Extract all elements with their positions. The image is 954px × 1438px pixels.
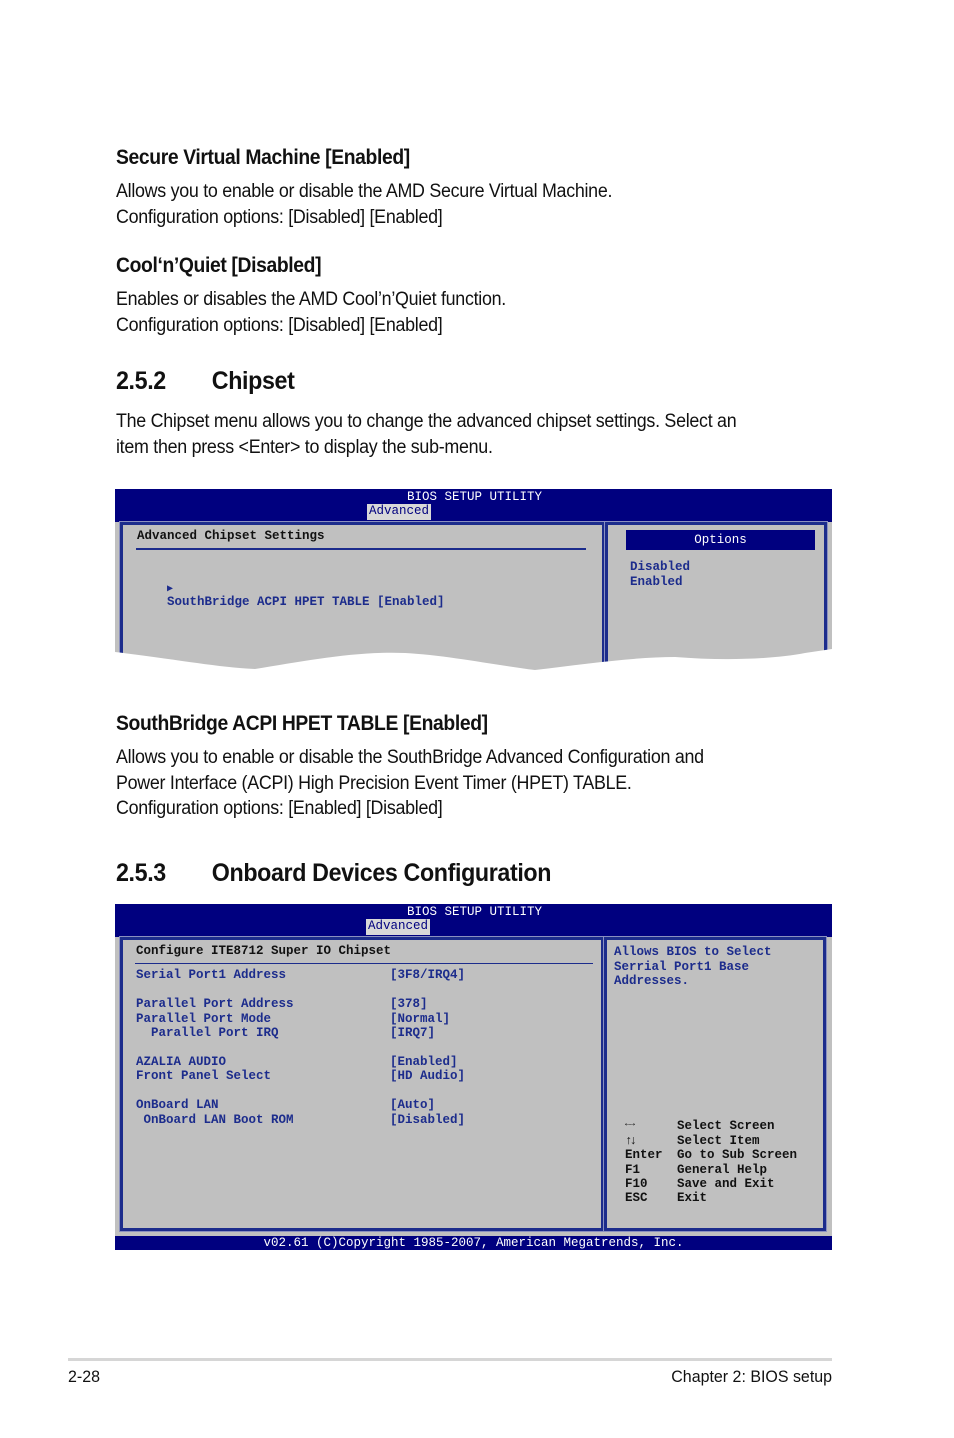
torn-edge: [115, 649, 832, 679]
option-disabled[interactable]: Disabled: [630, 560, 690, 574]
setting-lan-boot-rom[interactable]: OnBoard LAN Boot ROM: [136, 1113, 294, 1127]
menu-item-label: SouthBridge ACPI HPET TABLE [Enabled]: [167, 595, 445, 609]
section-title: Onboard Devices Configuration: [211, 859, 552, 887]
panel-title: Configure ITE8712 Super IO Chipset: [136, 944, 392, 958]
chapter-title: Chapter 2: BIOS setup: [671, 1367, 832, 1386]
key-action: Exit: [677, 1191, 708, 1205]
section-title: Chipset: [211, 367, 295, 395]
setting-value[interactable]: [Enabled]: [390, 1055, 458, 1069]
cnq-options: Configuration options: [Disabled] [Enabl…: [116, 315, 443, 336]
bios-title: BIOS SETUP UTILITY: [406, 905, 543, 919]
svm-heading: Secure Virtual Machine [Enabled]: [116, 146, 410, 169]
help-text-line: Serrial Port1 Base: [614, 960, 750, 974]
bios-screen-onboard: BIOS SETUP UTILITY Advanced Configure IT…: [115, 904, 832, 1250]
help-text-line: Addresses.: [614, 974, 690, 988]
options-header: Options: [626, 530, 815, 550]
chipset-intro-line2: item then press <Enter> to display the s…: [116, 437, 493, 458]
tab-advanced[interactable]: Advanced: [366, 919, 431, 935]
panel-title-rule: [136, 548, 586, 550]
left-right-arrow-icon: ←→: [625, 1119, 635, 1130]
help-text-line: Allows BIOS to Select: [614, 945, 772, 959]
key-action: General Help: [677, 1163, 768, 1177]
key-action: Select Item: [677, 1134, 760, 1148]
setting-value[interactable]: [378]: [390, 997, 428, 1011]
bios-title: BIOS SETUP UTILITY: [406, 490, 543, 504]
setting-parallel-address[interactable]: Parallel Port Address: [136, 997, 294, 1011]
setting-parallel-irq[interactable]: Parallel Port IRQ: [136, 1026, 279, 1040]
hpet-options: Configuration options: [Enabled] [Disabl…: [116, 798, 443, 819]
setting-value[interactable]: [Normal]: [390, 1012, 450, 1026]
section-number: 2.5.2: [116, 367, 166, 395]
cnq-description: Enables or disables the AMD Cool’n’Quiet…: [116, 289, 506, 310]
option-enabled[interactable]: Enabled: [630, 575, 683, 589]
svm-options: Configuration options: [Disabled] [Enabl…: [116, 207, 443, 228]
setting-value[interactable]: [IRQ7]: [390, 1026, 435, 1040]
chipset-section-title: 2.5.2 Chipset: [116, 367, 295, 396]
setting-azalia-audio[interactable]: AZALIA AUDIO: [136, 1055, 226, 1069]
bios-title-bar: BIOS SETUP UTILITY Advanced: [115, 489, 832, 522]
key-action: Save and Exit: [677, 1177, 775, 1191]
bios-screen-chipset: BIOS SETUP UTILITY Advanced Advanced Chi…: [115, 489, 832, 679]
key-label: Enter: [625, 1148, 663, 1162]
section-number: 2.5.3: [116, 859, 166, 887]
copyright-bar: v02.61 (C)Copyright 1985-2007, American …: [115, 1236, 832, 1250]
setting-parallel-mode[interactable]: Parallel Port Mode: [136, 1012, 271, 1026]
setting-serial-port1[interactable]: Serial Port1 Address: [136, 968, 286, 982]
bios-title-bar: BIOS SETUP UTILITY Advanced: [115, 904, 832, 937]
setting-value[interactable]: [Auto]: [390, 1098, 435, 1112]
setting-value[interactable]: [3F8/IRQ4]: [390, 968, 465, 982]
up-down-arrow-icon: ↑↓: [625, 1134, 637, 1148]
setting-front-panel[interactable]: Front Panel Select: [136, 1069, 271, 1083]
key-label: ESC: [625, 1191, 648, 1205]
panel-title-rule: [135, 963, 593, 964]
onboard-section-title: 2.5.3 Onboard Devices Configuration: [116, 859, 551, 888]
submenu-arrow-icon: ▶: [167, 584, 174, 595]
key-action: Go to Sub Screen: [677, 1148, 798, 1162]
key-action: Select Screen: [677, 1119, 775, 1133]
setting-label: Serial Port1 Address: [136, 968, 287, 982]
svm-description: Allows you to enable or disable the AMD …: [116, 181, 613, 202]
setting-onboard-lan[interactable]: OnBoard LAN: [136, 1098, 219, 1112]
setting-value[interactable]: [Disabled]: [390, 1113, 465, 1127]
panel-title: Advanced Chipset Settings: [137, 529, 325, 543]
setting-value[interactable]: [HD Audio]: [390, 1069, 465, 1083]
hpet-heading: SouthBridge ACPI HPET TABLE [Enabled]: [116, 712, 488, 735]
footer-divider: [68, 1358, 832, 1361]
menu-item-hpet[interactable]: ▶ SouthBridge ACPI HPET TABLE [Enabled]: [137, 567, 445, 623]
hpet-description-line1: Allows you to enable or disable the Sout…: [116, 747, 704, 768]
tab-advanced[interactable]: Advanced: [367, 504, 432, 520]
page-number: 2-28: [68, 1367, 100, 1386]
key-label: F1: [625, 1163, 641, 1177]
cnq-heading: Cool‘n’Quiet [Disabled]: [116, 254, 322, 277]
key-label: F10: [625, 1177, 648, 1191]
hpet-description-line2: Power Interface (ACPI) High Precision Ev…: [116, 773, 632, 794]
chipset-intro-line1: The Chipset menu allows you to change th…: [116, 411, 737, 432]
